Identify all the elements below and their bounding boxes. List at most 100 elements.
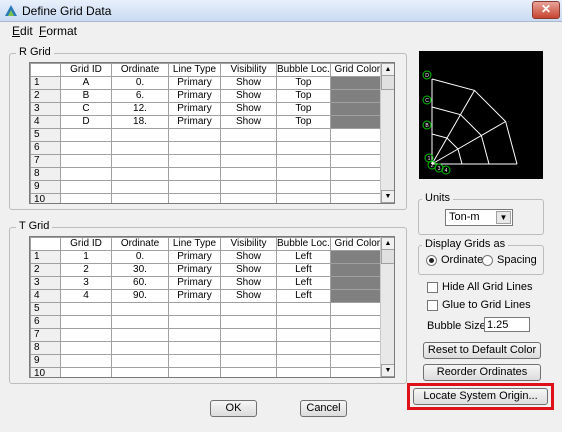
table-cell[interactable]: 2 [60,263,112,277]
table-row[interactable]: 6 [30,315,385,329]
table-row[interactable]: 9 [30,180,385,194]
table-row[interactable]: 4 D 18. Primary Show Top [30,115,385,129]
table-cell[interactable] [220,128,277,142]
table-cell[interactable] [220,367,277,377]
table-cell[interactable]: Top [276,76,331,90]
table-cell[interactable] [220,315,277,329]
scroll-thumb[interactable] [381,75,394,90]
menu-edit[interactable]: Edit [12,24,33,38]
grid-color-cell[interactable] [329,263,385,277]
table-cell[interactable]: B [60,89,112,103]
table-cell[interactable] [276,180,331,194]
table-row[interactable]: 6 [30,141,385,155]
column-header[interactable]: Grid Color [329,63,385,77]
table-cell[interactable] [168,154,221,168]
table-cell[interactable] [220,154,277,168]
table-cell[interactable] [276,367,331,377]
table-cell[interactable] [60,341,112,355]
table-cell[interactable]: Show [220,76,277,90]
hide-grid-lines-checkbox[interactable] [427,282,438,293]
units-select[interactable]: Ton-m ▼ [445,209,513,226]
table-cell[interactable] [276,193,331,203]
table-cell[interactable]: Top [276,89,331,103]
table-cell[interactable]: Primary [168,102,221,116]
table-cell[interactable] [60,180,112,194]
table-cell[interactable] [60,193,112,203]
table-cell[interactable] [168,141,221,155]
table-cell[interactable] [168,180,221,194]
table-row[interactable]: 8 [30,167,385,181]
grid-color-cell[interactable] [329,276,385,290]
column-header[interactable]: Visibility [220,63,277,77]
reorder-ordinates-button[interactable]: Reorder Ordinates [423,364,541,381]
glue-grid-lines-checkbox[interactable] [427,300,438,311]
table-cell[interactable] [111,193,169,203]
table-cell[interactable] [60,128,112,142]
r-grid-table[interactable]: Grid ID Ordinate Line Type Visibility Bubble… [29,62,395,204]
table-cell[interactable]: Left [276,276,331,290]
table-cell[interactable] [329,180,385,194]
table-cell[interactable] [60,354,112,368]
r-grid-cells[interactable]: Grid ID Ordinate Line Type Visibility Bubble… [30,63,385,203]
ok-button[interactable]: OK [210,400,257,417]
table-cell[interactable]: Primary [168,89,221,103]
table-cell[interactable] [220,193,277,203]
ordinates-radio[interactable] [426,255,437,266]
table-cell[interactable] [220,341,277,355]
column-header[interactable]: Ordinate [111,237,169,251]
table-cell[interactable] [329,354,385,368]
table-cell[interactable] [168,341,221,355]
table-cell[interactable] [276,354,331,368]
table-cell[interactable]: 4 [60,289,112,303]
grid-color-cell[interactable] [329,76,385,90]
table-cell[interactable] [60,302,112,316]
table-cell[interactable] [60,141,112,155]
table-cell[interactable] [111,180,169,194]
column-header[interactable]: Visibility [220,237,277,251]
close-icon[interactable]: ✕ [532,1,560,19]
table-cell[interactable] [220,167,277,181]
table-cell[interactable] [111,341,169,355]
table-cell[interactable] [329,154,385,168]
table-cell[interactable] [168,315,221,329]
table-row[interactable]: 7 [30,328,385,342]
table-cell[interactable] [60,367,112,377]
column-header[interactable]: Bubble Loc. [276,237,331,251]
scroll-down-icon[interactable]: ▼ [381,190,394,203]
table-cell[interactable] [60,315,112,329]
table-cell[interactable] [220,302,277,316]
table-cell[interactable] [168,167,221,181]
table-row[interactable]: 1 A 0. Primary Show Top [30,76,385,90]
table-row[interactable]: 4 4 90. Primary Show Left [30,289,385,303]
table-row[interactable]: 5 [30,302,385,316]
table-row[interactable]: 7 [30,154,385,168]
grid-color-cell[interactable] [329,250,385,264]
table-cell[interactable]: Show [220,89,277,103]
table-cell[interactable] [329,315,385,329]
table-cell[interactable] [329,341,385,355]
table-cell[interactable]: 3 [60,276,112,290]
column-header[interactable] [30,237,61,251]
table-cell[interactable] [168,193,221,203]
spacing-radio[interactable] [482,255,493,266]
table-cell[interactable] [276,167,331,181]
table-cell[interactable]: Top [276,115,331,129]
table-cell[interactable]: Show [220,250,277,264]
table-cell[interactable] [276,128,331,142]
column-header[interactable] [30,63,61,77]
t-grid-scrollbar[interactable]: ▲ ▼ [380,237,394,377]
table-cell[interactable]: A [60,76,112,90]
table-cell[interactable]: C [60,102,112,116]
grid-color-cell[interactable] [329,289,385,303]
table-cell[interactable] [276,141,331,155]
table-row[interactable]: 1 1 0. Primary Show Left [30,250,385,264]
grid-color-cell[interactable] [329,115,385,129]
table-cell[interactable]: D [60,115,112,129]
table-cell[interactable] [220,354,277,368]
table-cell[interactable]: Left [276,263,331,277]
table-cell[interactable] [220,141,277,155]
table-cell[interactable]: Primary [168,289,221,303]
table-cell[interactable] [111,354,169,368]
table-row[interactable]: 3 C 12. Primary Show Top [30,102,385,116]
table-row[interactable]: 9 [30,354,385,368]
